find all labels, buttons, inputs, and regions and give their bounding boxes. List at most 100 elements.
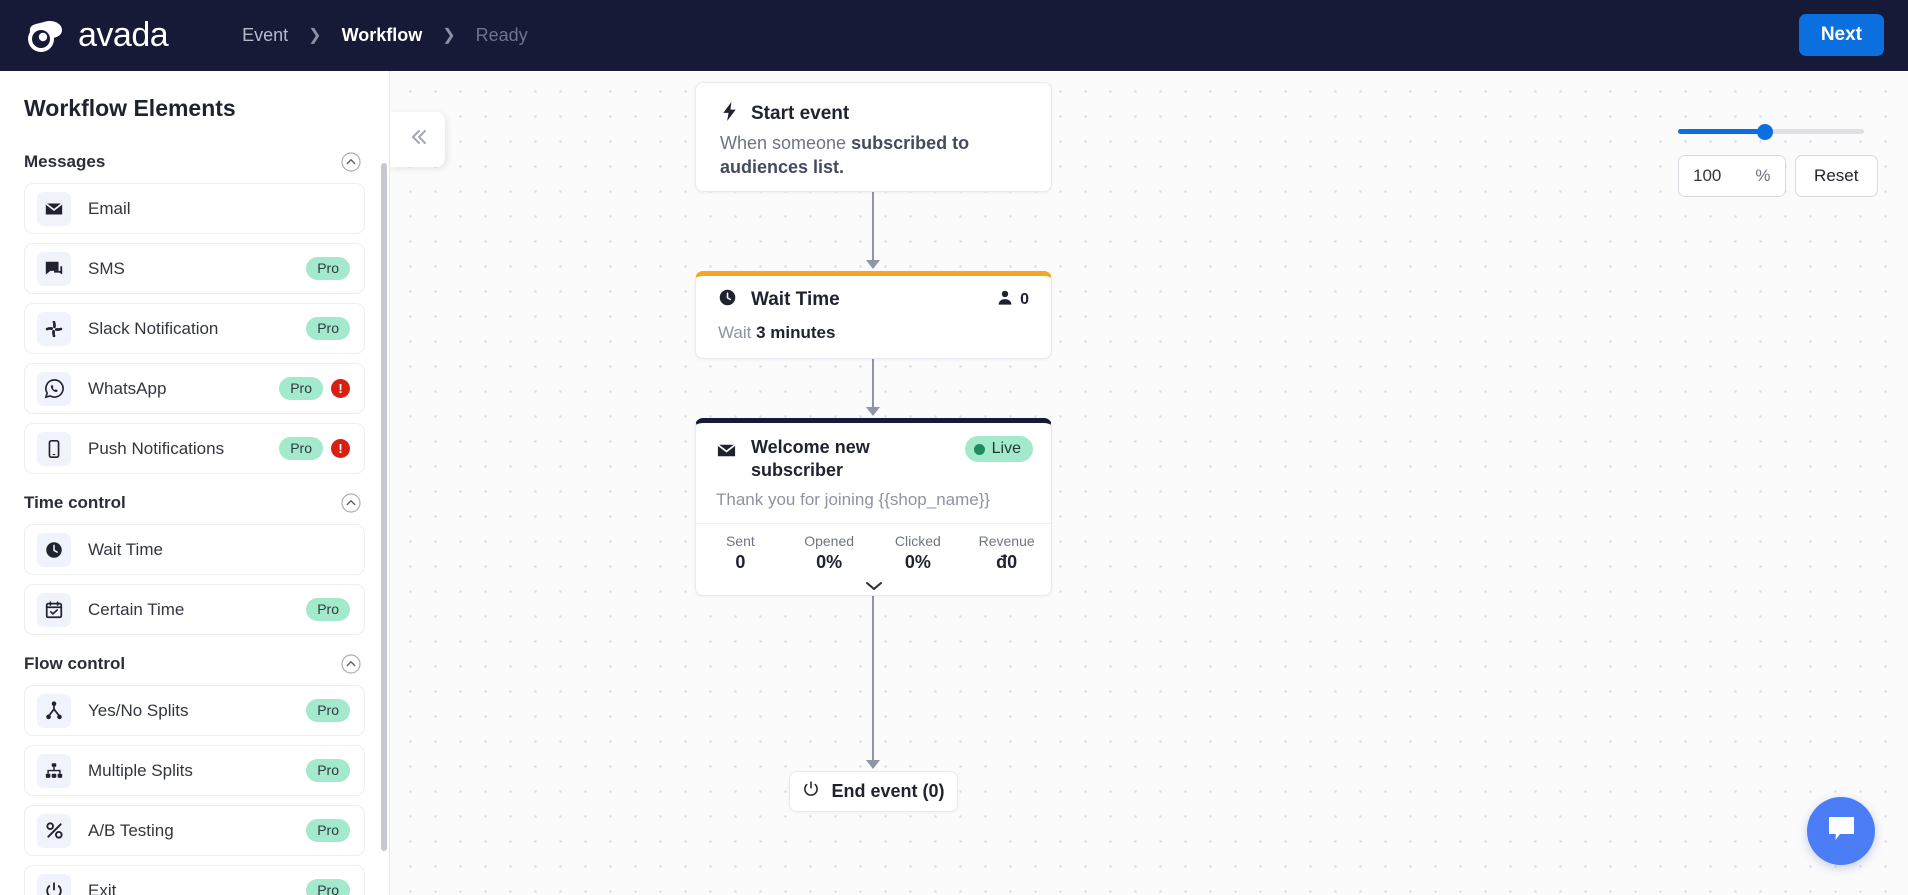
zoom-control: 100 % Reset — [1678, 123, 1878, 197]
warning-exclamation-icon[interactable]: ! — [331, 379, 350, 398]
collapse-chevron-up-icon[interactable] — [341, 152, 361, 172]
metric-clicked: Clicked 0% — [874, 533, 963, 573]
breadcrumb-item-ready[interactable]: Ready — [476, 25, 528, 46]
collapse-chevron-up-icon[interactable] — [341, 654, 361, 674]
pro-badge: Pro — [279, 377, 323, 400]
zoom-unit: % — [1755, 166, 1771, 185]
sidebar-item-slack-notification[interactable]: Slack Notification Pro — [24, 303, 365, 354]
zoom-value: 100 — [1693, 166, 1722, 185]
audience-count-value: 0 — [1020, 291, 1029, 308]
node-end-event[interactable]: End event (0) — [789, 771, 958, 812]
top-bar: avada Event ❯ Workflow ❯ Ready Next — [0, 0, 1908, 71]
pro-badge: Pro — [279, 437, 323, 460]
brand-logo[interactable]: avada — [24, 16, 169, 55]
node-wait-duration: Wait 3 minutes — [718, 323, 1029, 343]
sidebar-item-label: Certain Time — [88, 599, 185, 619]
split-branch-icon — [37, 693, 71, 728]
zoom-slider-thumb[interactable] — [1757, 124, 1774, 140]
metric-opened: Opened 0% — [785, 533, 874, 573]
sidebar-item-label: Email — [88, 198, 131, 218]
zoom-slider[interactable] — [1678, 123, 1878, 141]
group-title-time-control: Time control — [24, 493, 126, 512]
brand-name: avada — [78, 16, 169, 54]
power-icon — [37, 873, 71, 895]
connector-arrow — [866, 760, 880, 769]
status-badge: Live — [964, 436, 1033, 462]
pro-badge: Pro — [306, 879, 350, 895]
sidebar-scrollbar[interactable] — [381, 163, 387, 851]
sidebar-item-label: WhatsApp — [88, 378, 167, 398]
sidebar-item-wait-time[interactable]: Wait Time — [24, 524, 365, 575]
collapse-chevron-up-icon[interactable] — [341, 493, 361, 513]
pro-badge: Pro — [306, 317, 350, 340]
support-chat-button[interactable] — [1807, 797, 1875, 865]
metric-sent: Sent 0 — [696, 533, 785, 573]
clock-icon — [37, 532, 71, 567]
metric-label: Clicked — [894, 532, 941, 549]
node-title: Welcome new subscriber — [751, 437, 870, 481]
sidebar-item-label: Wait Time — [88, 539, 163, 559]
sidebar-item-whatsapp[interactable]: WhatsApp Pro ! — [24, 363, 365, 414]
power-icon — [802, 780, 820, 803]
person-icon — [997, 289, 1013, 311]
workflow-elements-sidebar: Workflow Elements Messages Email SMS Pro — [0, 71, 390, 895]
chevron-right-icon: ❯ — [308, 26, 322, 44]
chat-bubbles-icon — [37, 251, 71, 286]
workflow-canvas[interactable]: 100 % Reset Start event When someone sub… — [390, 71, 1908, 895]
pro-badge: Pro — [306, 598, 350, 621]
sidebar-item-yes-no-splits[interactable]: Yes/No Splits Pro — [24, 685, 365, 736]
node-email-subject: Thank you for joining {{shop_name}} — [716, 489, 991, 509]
node-wait-time[interactable]: Wait Time 0 Wait 3 minutes — [695, 271, 1052, 359]
breadcrumb-item-event[interactable]: Event — [242, 25, 288, 46]
node-end-label: End event (0) — [831, 781, 945, 801]
chevron-down-icon — [864, 579, 884, 597]
sidebar-item-label: Yes/No Splits — [88, 700, 189, 720]
node-title: Start event — [751, 103, 850, 124]
sidebar-title: Workflow Elements — [24, 95, 236, 121]
sidebar-group-header-messages: Messages — [24, 152, 365, 172]
group-title-flow-control: Flow control — [24, 654, 126, 673]
sidebar-group-header-flow-control: Flow control — [24, 654, 365, 674]
slack-icon — [37, 311, 71, 346]
group-title-messages: Messages — [24, 152, 106, 171]
metric-value: đ0 — [996, 551, 1018, 572]
pro-badge: Pro — [306, 257, 350, 280]
sidebar-item-label: Multiple Splits — [88, 760, 193, 780]
sidebar-item-multiple-splits[interactable]: Multiple Splits Pro — [24, 745, 365, 796]
node-start-event[interactable]: Start event When someone subscribed to a… — [695, 82, 1052, 192]
breadcrumb: Event ❯ Workflow ❯ Ready — [242, 25, 528, 46]
sidebar-collapse-button[interactable] — [390, 112, 445, 167]
connector-start-to-wait — [872, 192, 874, 262]
percent-icon — [37, 813, 71, 848]
breadcrumb-item-workflow[interactable]: Workflow — [342, 25, 423, 46]
metric-revenue: Revenue đ0 — [962, 533, 1051, 573]
sidebar-item-sms[interactable]: SMS Pro — [24, 243, 365, 294]
metric-value: 0% — [816, 551, 843, 572]
next-button[interactable]: Next — [1798, 14, 1884, 56]
zoom-value-input[interactable]: 100 % — [1678, 155, 1786, 197]
sidebar-item-email[interactable]: Email — [24, 183, 365, 234]
hierarchy-icon — [37, 753, 71, 788]
pro-badge: Pro — [306, 699, 350, 722]
warning-exclamation-icon[interactable]: ! — [331, 439, 350, 458]
node-description-prefix: When someone — [720, 133, 852, 153]
sidebar-item-push-notifications[interactable]: Push Notifications Pro ! — [24, 423, 365, 474]
connector-email-to-end — [872, 596, 874, 762]
metric-label: Opened — [804, 532, 855, 549]
sidebar-item-label: Slack Notification — [88, 318, 219, 338]
node-expand-button[interactable] — [696, 579, 1051, 597]
sidebar-item-certain-time[interactable]: Certain Time Pro — [24, 584, 365, 635]
zoom-reset-button[interactable]: Reset — [1794, 155, 1878, 197]
sidebar-item-label: A/B Testing — [88, 820, 174, 840]
pro-badge: Pro — [306, 759, 350, 782]
wait-duration-value: 3 minutes — [756, 323, 836, 342]
sidebar-item-exit[interactable]: Exit Pro — [24, 865, 365, 895]
connector-arrow — [866, 260, 880, 269]
zoom-slider-fill — [1678, 129, 1766, 134]
metric-label: Sent — [725, 532, 755, 549]
clock-icon — [718, 288, 737, 312]
metric-value: 0% — [904, 551, 931, 572]
sidebar-item-ab-testing[interactable]: A/B Testing Pro — [24, 805, 365, 856]
node-email[interactable]: Welcome new subscriber Live Thank you fo… — [695, 418, 1052, 596]
lightning-bolt-icon — [720, 101, 739, 127]
